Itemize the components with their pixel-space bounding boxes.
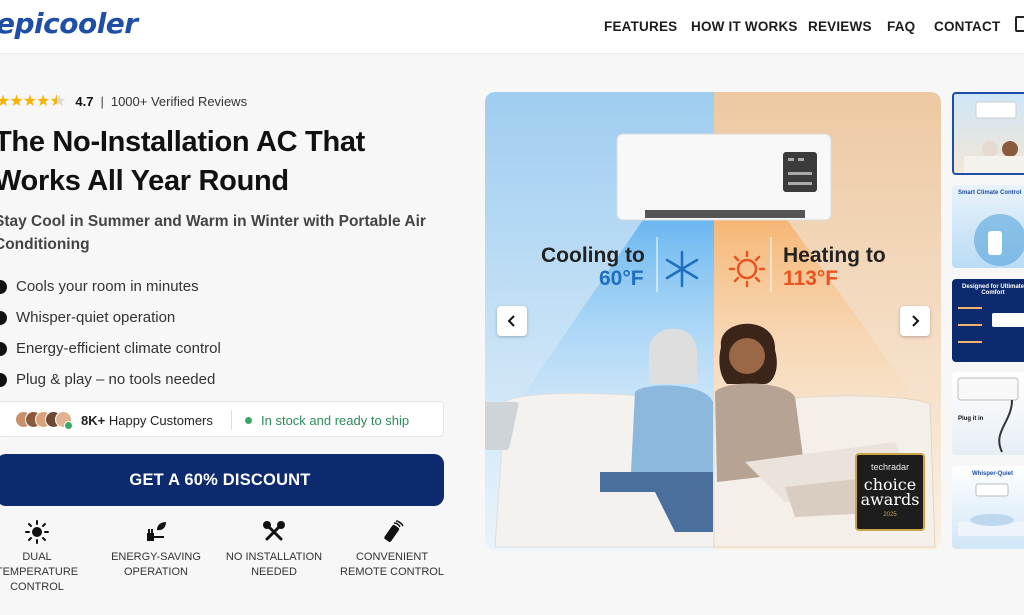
thumbnail-1[interactable] bbox=[952, 92, 1024, 175]
thumbnail-5[interactable]: Whisper-Quiet bbox=[952, 466, 1024, 549]
chevron-right-icon bbox=[912, 315, 920, 327]
list-item: Cools your room in minutes bbox=[0, 271, 221, 302]
happy-customers: 8K+ Happy Customers bbox=[81, 413, 213, 428]
award-title: choice awards bbox=[860, 475, 920, 509]
customer-label: Happy Customers bbox=[108, 413, 213, 428]
stock-status: In stock and ready to ship bbox=[245, 413, 409, 428]
thumbnail-image bbox=[964, 101, 1024, 173]
sun-snowflake-icon bbox=[25, 520, 49, 544]
rating-divider: | bbox=[100, 93, 104, 109]
carousel-next-button[interactable] bbox=[900, 306, 930, 336]
page-subtitle: Stay Cool in Summer and Warm in Winter w… bbox=[0, 213, 426, 253]
star-rating-icon: ★★★★★★ bbox=[0, 93, 66, 110]
cooling-label: Cooling to bbox=[541, 244, 645, 267]
award-year: 2025 bbox=[883, 512, 897, 518]
thumbnail-image bbox=[957, 377, 1019, 453]
bullet-icon bbox=[0, 341, 7, 356]
badge-label: CONVENIENT REMOTE CONTROL bbox=[340, 551, 444, 578]
badge-no-installation: NO INSTALLATION NEEDED bbox=[219, 520, 329, 580]
tools-crossed-icon bbox=[263, 521, 285, 541]
status-dot-icon bbox=[245, 417, 252, 424]
badge-energy-saving: ENERGY-SAVING OPERATION bbox=[101, 520, 211, 580]
badge-label: DUAL TEMPERATURE CONTROL bbox=[0, 551, 79, 593]
cooling-temp: 60°F bbox=[599, 267, 644, 290]
customer-avatars bbox=[15, 411, 73, 430]
social-proof-bar: 8K+ Happy Customers In stock and ready t… bbox=[0, 401, 444, 437]
remote-control-icon bbox=[384, 520, 404, 542]
award-source: techradar bbox=[870, 462, 910, 472]
feature-text: Cools your room in minutes bbox=[16, 278, 199, 295]
bullet-icon bbox=[0, 279, 7, 294]
nav-features[interactable]: FEATURES bbox=[604, 19, 677, 34]
heating-label: Heating to bbox=[783, 244, 886, 267]
thumbnail-image bbox=[974, 214, 1024, 266]
page-title: The No-Installation AC That Works All Ye… bbox=[0, 126, 366, 197]
bullet-icon bbox=[0, 310, 7, 325]
list-item: Plug & play – no tools needed bbox=[0, 364, 221, 395]
plug-leaf-icon bbox=[147, 522, 166, 541]
feature-text: Plug & play – no tools needed bbox=[16, 371, 216, 388]
shopping-bag-icon[interactable] bbox=[1015, 16, 1024, 32]
carousel-prev-button[interactable] bbox=[497, 306, 527, 336]
thumbnail-3[interactable]: Designed for Ultimate Comfort bbox=[952, 279, 1024, 362]
nav-faq[interactable]: FAQ bbox=[887, 19, 915, 34]
list-item: Energy-efficient climate control bbox=[0, 333, 221, 364]
site-header: epicooler FEATURES HOW IT WORKS REVIEWS … bbox=[0, 0, 1024, 54]
thumbnail-caption: Plug it in bbox=[958, 416, 984, 422]
nav-reviews[interactable]: REVIEWS bbox=[808, 19, 872, 34]
list-item: Whisper-quiet operation bbox=[0, 302, 221, 333]
feature-text: Whisper-quiet operation bbox=[16, 309, 176, 326]
customer-count: 8K+ bbox=[81, 413, 106, 428]
thumbnail-caption: Whisper-Quiet bbox=[972, 471, 1014, 477]
badge-dual-temperature: DUAL TEMPERATURE CONTROL bbox=[0, 520, 92, 595]
badge-label: NO INSTALLATION NEEDED bbox=[225, 551, 323, 578]
online-dot-icon bbox=[64, 421, 73, 430]
heating-temp: 113°F bbox=[783, 267, 839, 290]
divider bbox=[231, 410, 232, 430]
bullet-icon bbox=[0, 372, 7, 387]
chevron-left-icon bbox=[507, 315, 515, 327]
main-nav: FEATURES HOW IT WORKS REVIEWS FAQ CONTAC… bbox=[0, 19, 1024, 37]
award-badge: techradar choice awards 2025 bbox=[855, 453, 925, 531]
feature-list: Cools your room in minutes Whisper-quiet… bbox=[0, 271, 221, 395]
thumbnail-image bbox=[958, 483, 1024, 536]
feature-text: Energy-efficient climate control bbox=[16, 340, 221, 357]
stock-text: In stock and ready to ship bbox=[261, 413, 410, 428]
nav-how-it-works[interactable]: HOW IT WORKS bbox=[691, 19, 798, 34]
rating-score: 4.7 bbox=[75, 93, 94, 109]
thumbnail-caption: Smart Climate Control bbox=[958, 190, 1022, 196]
rating-summary: ★★★★★★ 4.7 | 1000+ Verified Reviews bbox=[0, 92, 247, 110]
badge-label: ENERGY-SAVING OPERATION bbox=[111, 551, 201, 578]
review-count[interactable]: 1000+ Verified Reviews bbox=[111, 94, 247, 109]
thumbnail-2[interactable]: Smart Climate Control bbox=[952, 185, 1024, 268]
nav-contact[interactable]: CONTACT bbox=[934, 19, 1000, 34]
thumbnail-caption: Designed for Ultimate Comfort bbox=[961, 284, 1024, 296]
badge-remote-control: CONVENIENT REMOTE CONTROL bbox=[337, 520, 447, 580]
get-discount-button[interactable]: GET A 60% DISCOUNT bbox=[0, 454, 444, 506]
thumbnail-4[interactable]: Plug it in bbox=[952, 372, 1024, 455]
